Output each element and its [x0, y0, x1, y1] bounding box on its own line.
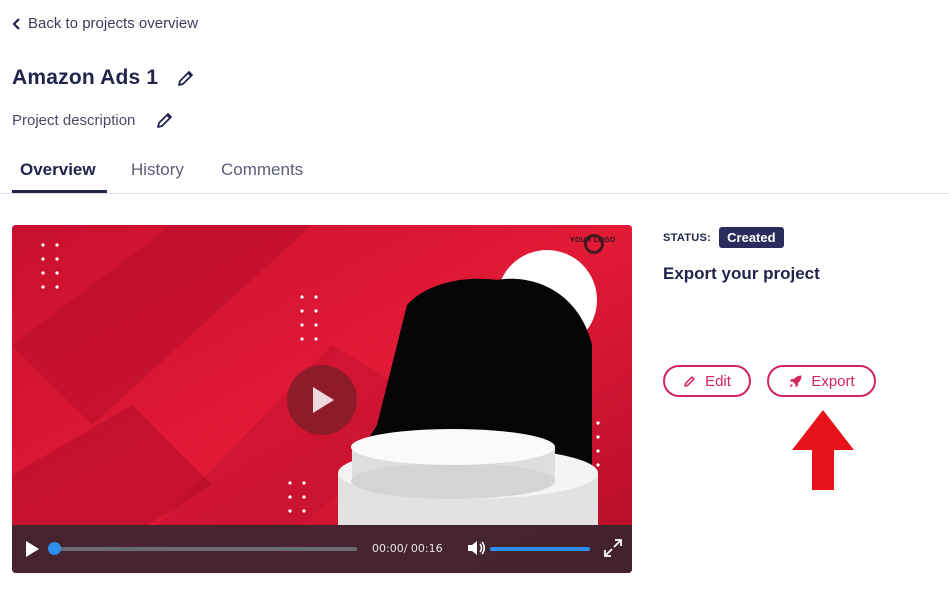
- back-to-projects-link[interactable]: Back to projects overview: [12, 15, 198, 32]
- edit-button[interactable]: Edit: [663, 365, 751, 397]
- time-display: 00:00/ 00:16: [372, 542, 443, 555]
- tab-bar: Overview History Comments: [0, 150, 949, 194]
- play-icon: [313, 387, 334, 413]
- export-button-label: Export: [811, 372, 855, 390]
- volume-slider[interactable]: [490, 547, 590, 551]
- active-tab-indicator: [12, 190, 107, 193]
- tab-history[interactable]: History: [131, 160, 184, 193]
- big-play-button[interactable]: [287, 365, 357, 435]
- status-label: STATUS:: [663, 231, 712, 244]
- edit-description-pencil-icon[interactable]: [155, 110, 175, 130]
- progress-handle[interactable]: [48, 542, 61, 555]
- fullscreen-icon[interactable]: [604, 539, 622, 557]
- edit-button-label: Edit: [705, 372, 731, 390]
- video-controls: 00:00/ 00:16: [12, 525, 632, 573]
- pencil-icon: [684, 376, 695, 387]
- export-button[interactable]: Export: [767, 365, 876, 397]
- arrow-up-icon: [792, 410, 854, 490]
- page-title: Amazon Ads 1: [12, 66, 159, 89]
- edit-title-pencil-icon[interactable]: [176, 68, 196, 88]
- back-link-label: Back to projects overview: [28, 15, 199, 32]
- project-description: Project description: [12, 111, 136, 129]
- chevron-left-icon: [12, 17, 20, 30]
- tab-overview[interactable]: Overview: [20, 160, 96, 193]
- video-player[interactable]: YOUR LOGO 00:00/ 00:16: [12, 225, 632, 573]
- volume-icon[interactable]: [467, 539, 487, 557]
- export-heading: Export your project: [663, 264, 820, 283]
- play-icon[interactable]: [24, 540, 40, 558]
- progress-bar[interactable]: [54, 547, 357, 551]
- tab-comments[interactable]: Comments: [221, 160, 303, 193]
- status-badge: Created: [719, 227, 784, 248]
- rocket-icon: [789, 375, 802, 387]
- video-logo-text: YOUR LOGO: [570, 237, 616, 244]
